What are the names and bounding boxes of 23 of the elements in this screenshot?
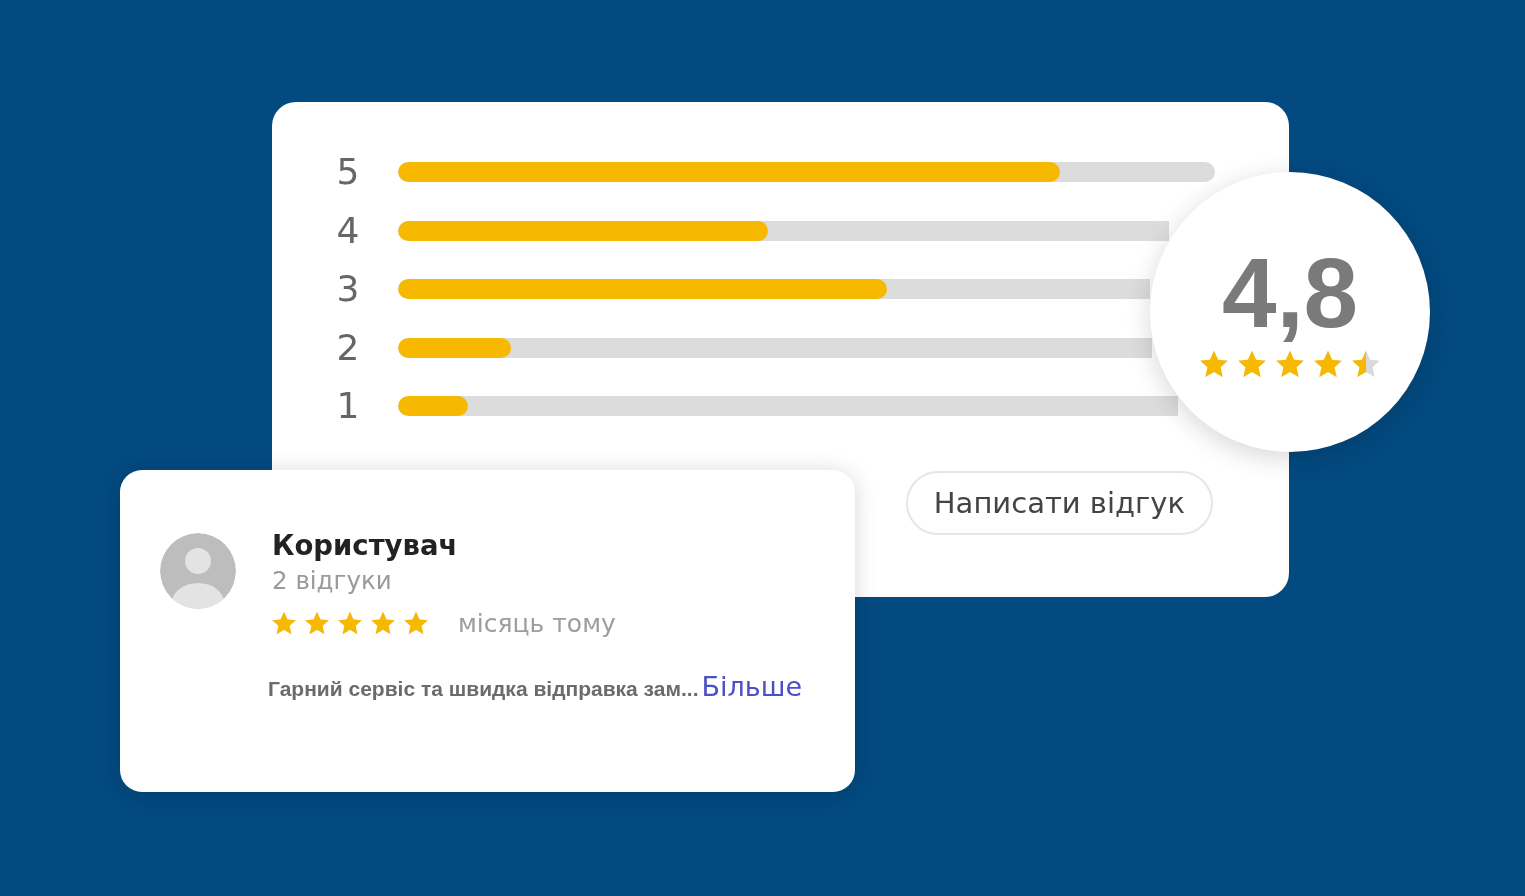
star-icon — [272, 611, 296, 635]
rating-label: 4 — [335, 210, 361, 251]
star-icon — [1200, 350, 1228, 378]
more-link[interactable]: Більше — [701, 671, 802, 702]
star-icon — [305, 611, 329, 635]
star-icon — [1352, 350, 1380, 378]
reviewer-name: Користувач — [272, 528, 458, 563]
rating-label: 1 — [335, 386, 361, 427]
rating-label: 3 — [335, 269, 361, 310]
rating-label: 2 — [335, 327, 361, 368]
review-count: 2 відгуки — [272, 565, 392, 597]
star-icon — [404, 611, 428, 635]
rating-label: 5 — [335, 152, 361, 193]
star-icon — [1238, 350, 1266, 378]
review-text: Гарний сервіс та швидка відправка зам...Більше — [268, 670, 802, 704]
star-icon — [338, 611, 362, 635]
write-review-button[interactable]: Написати відгук — [905, 470, 1213, 535]
star-icon — [1276, 350, 1304, 378]
star-icon — [371, 611, 395, 635]
average-score: 4,8 — [1221, 238, 1359, 348]
review-time: місяць тому — [458, 608, 616, 638]
star-icon — [1314, 350, 1342, 378]
avatar-icon — [160, 533, 236, 609]
